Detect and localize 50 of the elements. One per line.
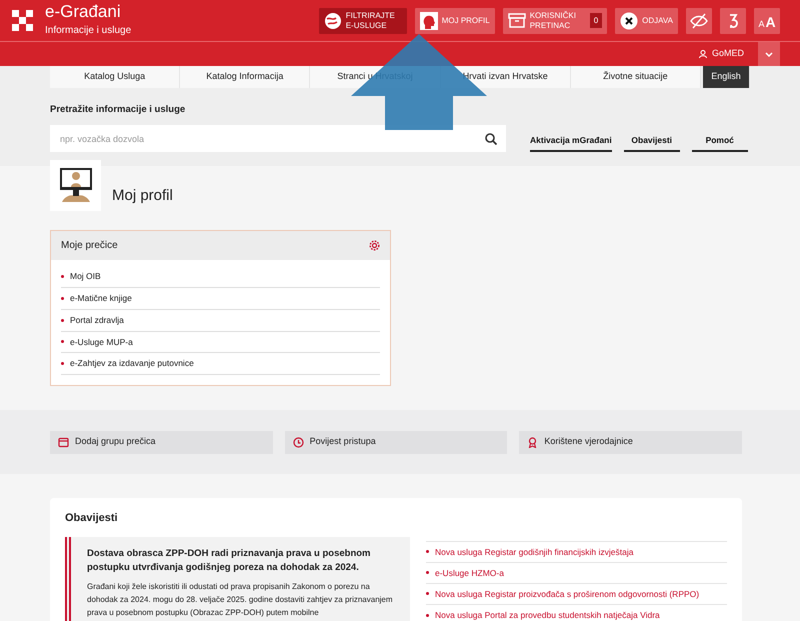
archive-box-icon — [508, 12, 526, 30]
text-size-button[interactable]: AA — [754, 8, 780, 34]
nav-tab[interactable]: Katalog Usluga — [50, 66, 180, 88]
settings-icon[interactable] — [369, 240, 380, 252]
quick-link[interactable]: Pomoć — [692, 135, 748, 152]
shortcut-link[interactable]: Moj OIB — [61, 266, 380, 288]
notice-link[interactable]: Nova usluga Registar proizvođača s proširenom odgovornosti (RPPO) — [426, 582, 727, 604]
site-subtitle: Informacije i usluge — [45, 24, 132, 38]
chevron-down-icon — [765, 52, 773, 56]
site-title: e-Građani — [45, 3, 122, 20]
notice-link[interactable]: Nova usluga Portal za provedbu studentskih natječaja Vidra — [426, 604, 727, 621]
close-icon — [620, 12, 638, 30]
user-icon — [698, 50, 707, 58]
profile-button[interactable]: MOJ PROFIL — [414, 8, 495, 34]
quick-link[interactable]: Obavijesti — [624, 135, 680, 152]
search-field[interactable]: npr. vozačka dozvola — [50, 125, 476, 152]
shortcut-link[interactable]: e-Usluge MUP-a — [61, 332, 380, 354]
head-icon — [420, 12, 438, 30]
search-icon — [485, 132, 497, 145]
search-label: Pretražite informacije i usluge — [50, 103, 186, 117]
nav-tab[interactable]: Katalog Informacija — [180, 66, 310, 88]
card-title: Moje prečice — [61, 239, 118, 254]
logout-button[interactable]: ODJAVA — [615, 8, 678, 34]
user-menu-button[interactable] — [758, 42, 780, 66]
action-button[interactable]: Korištene vjerodajnice — [519, 430, 742, 454]
filter-services-button[interactable]: FILTRIRAJTE E-USLUGE — [318, 8, 407, 34]
action-button[interactable]: Povijest pristupa — [284, 430, 508, 454]
notice-link[interactable]: Nova usluga Registar godišnjih financijskih izvještaja — [426, 540, 727, 562]
section-title: Obavijesti — [65, 511, 119, 526]
notice-title: Dostava obrasca ZPP-DOH radi priznavanja prava u posebnom postupku utvrđivanja godišnjeg poreza na dohodak za 2024. — [87, 546, 372, 575]
checkered-logo-icon — [12, 10, 34, 32]
inbox-button[interactable]: KORISNIČKI PRETINAC 0 — [502, 8, 608, 34]
notice-link[interactable]: e-Usluge HZMO-a — [426, 562, 727, 583]
action-button[interactable]: Dodaj grupu prečica — [50, 430, 273, 454]
shortcut-link[interactable]: Portal zdravlja — [61, 310, 380, 332]
calendar-icon — [58, 436, 69, 448]
clock-icon — [292, 436, 304, 448]
eye-slash-icon — [690, 12, 708, 30]
dyslexia-font-button[interactable] — [720, 8, 746, 34]
award-ribbon-icon — [527, 436, 538, 448]
shortcut-link[interactable]: e-Matične knjige — [61, 288, 380, 310]
notice-text: Građani koji žele iskoristiti ili odustati od prava propisanih Zakonom o porezu na dohodak za 2024. mogu do 28. veljače 2025. godine dostaviti zahtjev za priznavanjem prava u posebnom postupku (Obrazac ZPP-DOH) putem mobilne — [87, 581, 394, 619]
quick-link[interactable]: Aktivacija mGrađani — [530, 135, 612, 152]
nav-tab[interactable]: Životne situacije — [570, 66, 702, 88]
language-button[interactable]: English — [703, 66, 750, 88]
user-name: GoMED — [712, 47, 744, 60]
shortcut-link[interactable]: e-Zahtjev za izdavanje putovnice — [61, 353, 380, 375]
profile-title: Moj profil — [112, 186, 173, 206]
contrast-toggle-button[interactable] — [686, 8, 712, 34]
search-button[interactable] — [476, 125, 506, 152]
